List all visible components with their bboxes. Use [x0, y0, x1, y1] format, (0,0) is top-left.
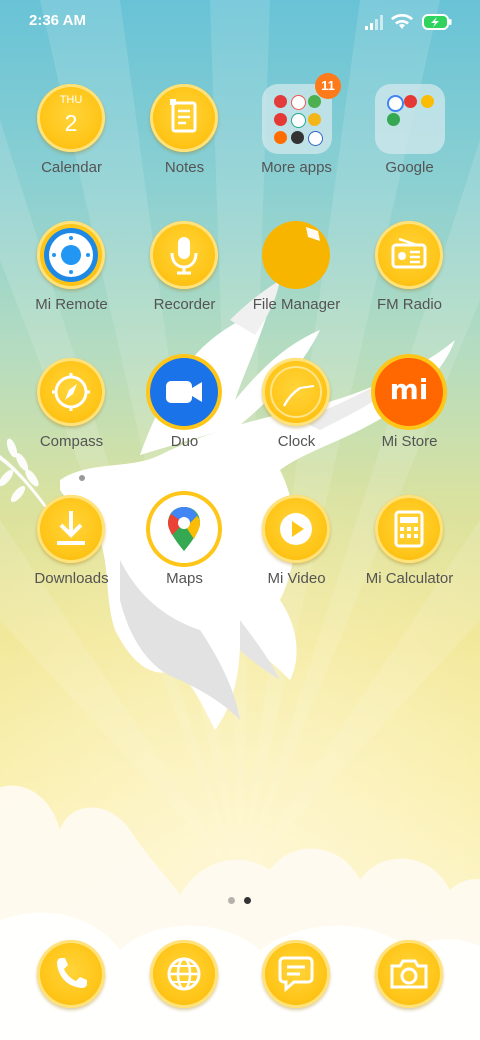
folder-google[interactable]: Google: [353, 84, 466, 196]
status-bar: 2:36 AM: [0, 0, 480, 44]
dock: [0, 940, 480, 1020]
calendar-icon: THU 2: [37, 84, 105, 152]
app-compass[interactable]: Compass: [15, 358, 128, 470]
page-dot-2[interactable]: [244, 897, 251, 904]
radio-icon: [375, 221, 443, 289]
page-dot-1[interactable]: [228, 897, 235, 904]
remote-icon: [37, 221, 105, 289]
app-mi-video[interactable]: Mi Video: [240, 495, 353, 607]
app-maps[interactable]: Maps: [128, 495, 241, 607]
video-camera-icon: [150, 358, 218, 426]
app-label: Google: [385, 159, 434, 176]
app-file-manager[interactable]: File Manager: [240, 221, 353, 333]
calendar-day: THU: [59, 94, 83, 106]
compass-icon: [37, 358, 105, 426]
app-mi-remote[interactable]: Mi Remote: [15, 221, 128, 333]
browser-globe-icon[interactable]: [150, 940, 218, 1008]
app-mi-store[interactable]: mi Mi Store: [353, 358, 466, 470]
notes-icon: [150, 84, 218, 152]
battery-charging-icon: [422, 14, 452, 30]
app-notes[interactable]: Notes: [128, 84, 241, 196]
signal-icon: [365, 15, 383, 30]
camera-icon[interactable]: [375, 940, 443, 1008]
microphone-icon: [150, 221, 218, 289]
folder-more-apps[interactable]: 11 More apps: [240, 73, 353, 196]
play-icon: [262, 495, 330, 563]
app-label: Mi Store: [381, 433, 438, 450]
download-icon: [37, 495, 105, 563]
app-fm-radio[interactable]: FM Radio: [353, 221, 466, 333]
app-clock[interactable]: Clock: [240, 358, 353, 470]
folder-icon: [375, 84, 445, 154]
app-label: Mi Calculator: [365, 570, 454, 587]
wifi-icon: [391, 14, 413, 29]
app-label: FM Radio: [376, 296, 443, 313]
app-calendar[interactable]: THU 2 Calendar: [15, 84, 128, 196]
status-time: 2:36 AM: [29, 12, 86, 29]
mi-logo-icon: mi: [375, 358, 443, 426]
status-icons: [364, 12, 454, 32]
map-pin-icon: [150, 495, 218, 563]
calendar-date: 2: [64, 110, 78, 136]
messages-icon[interactable]: [262, 940, 330, 1008]
folder-files-icon: [262, 221, 330, 289]
home-screen[interactable]: 2:36 AM THU 2 Calendar Notes 11 More app…: [0, 0, 480, 1040]
app-recorder[interactable]: Recorder: [128, 221, 241, 333]
app-duo[interactable]: Duo: [128, 358, 241, 470]
phone-icon[interactable]: [37, 940, 105, 1008]
clock-icon: [262, 358, 330, 426]
calculator-icon: [375, 495, 443, 563]
notification-badge: 11: [315, 73, 341, 99]
app-mi-calculator[interactable]: Mi Calculator: [353, 495, 466, 607]
mi-logo-text: mi: [389, 373, 429, 406]
page-indicator[interactable]: [226, 897, 256, 907]
app-downloads[interactable]: Downloads: [15, 495, 128, 607]
